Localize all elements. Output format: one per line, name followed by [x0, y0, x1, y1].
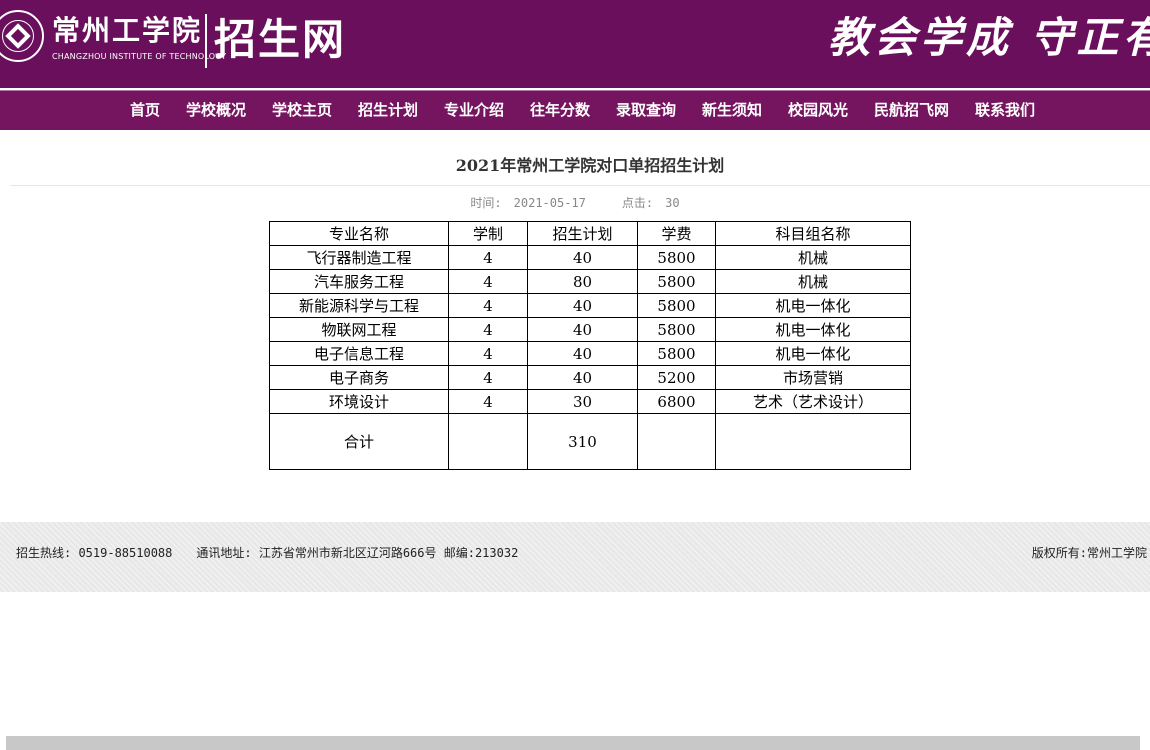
cell-subject-group: 机械: [715, 269, 911, 294]
total-label: 合计: [269, 413, 449, 470]
table-total-row: 合计 310: [269, 413, 911, 470]
school-name-cn[interactable]: 常州工学院: [52, 14, 202, 48]
total-duration: [448, 413, 528, 470]
table-row: 电子信息工程 4 40 5800 机电一体化: [269, 341, 911, 366]
cell-subject-group: 机械: [715, 245, 911, 270]
cell-major-name: 汽车服务工程: [269, 269, 449, 294]
total-plan-count: 310: [527, 413, 638, 470]
total-subject-group: [715, 413, 911, 470]
cell-plan-count: 40: [527, 341, 638, 366]
nav-item-campus-views[interactable]: 校园风光: [788, 91, 848, 131]
table-row: 飞行器制造工程 4 40 5800 机械: [269, 245, 911, 270]
nav-item-admission-query[interactable]: 录取查询: [616, 91, 676, 131]
cell-duration: 4: [448, 245, 528, 270]
header-subject-group: 科目组名称: [715, 221, 911, 246]
horizontal-scrollbar[interactable]: [6, 736, 1140, 750]
footer-contact: 招生热线: 0519-88510088 通讯地址: 江苏省常州市新北区辽河路666…: [16, 544, 542, 562]
nav-item-majors[interactable]: 专业介绍: [444, 91, 504, 131]
footer-copyright: 版权所有:常州工学院: [1031, 546, 1147, 560]
cell-plan-count: 40: [527, 365, 638, 390]
cell-plan-count: 40: [527, 245, 638, 270]
cell-tuition: 5800: [637, 245, 716, 270]
site-name[interactable]: 招生网: [214, 14, 346, 66]
cell-duration: 4: [448, 293, 528, 318]
title-divider: [10, 185, 1150, 186]
clicks-label: 点击:: [621, 196, 654, 210]
footer-address: 通讯地址: 江苏省常州市新北区辽河路666号 邮编:213032: [196, 546, 519, 560]
school-motto: 教会学成 守正有: [828, 13, 1150, 62]
table-header-row: 专业名称 学制 招生计划 学费 科目组名称: [269, 221, 911, 246]
enrollment-plan-table: 专业名称 学制 招生计划 学费 科目组名称 飞行器制造工程 4 40 5800 …: [269, 221, 911, 470]
cell-duration: 4: [448, 317, 528, 342]
table-row: 环境设计 4 30 6800 艺术（艺术设计）: [269, 389, 911, 414]
header-plan-count: 招生计划: [527, 221, 638, 246]
cell-major-name: 物联网工程: [269, 317, 449, 342]
nav-item-past-scores[interactable]: 往年分数: [530, 91, 590, 131]
cell-subject-group: 艺术（艺术设计）: [715, 389, 911, 414]
site-header: 常州工学院 CHANGZHOU INSTITUTE OF TECHNOLOGY …: [0, 0, 1150, 88]
site-footer: 招生热线: 0519-88510088 通讯地址: 江苏省常州市新北区辽河路666…: [0, 522, 1150, 592]
total-tuition: [637, 413, 716, 470]
nav-item-contact-us[interactable]: 联系我们: [975, 91, 1035, 131]
logo-divider: [205, 14, 207, 68]
cell-plan-count: 40: [527, 317, 638, 342]
cell-duration: 4: [448, 365, 528, 390]
cell-major-name: 环境设计: [269, 389, 449, 414]
cell-tuition: 5200: [637, 365, 716, 390]
cell-subject-group: 机电一体化: [715, 341, 911, 366]
header-major-name: 专业名称: [269, 221, 449, 246]
cell-subject-group: 机电一体化: [715, 293, 911, 318]
article-title: 2021年常州工学院对口单招招生计划: [455, 156, 725, 175]
cell-duration: 4: [448, 389, 528, 414]
time-value: 2021-05-17: [513, 196, 586, 210]
cell-major-name: 电子商务: [269, 365, 449, 390]
school-name-en: CHANGZHOU INSTITUTE OF TECHNOLOGY: [52, 52, 227, 61]
cell-duration: 4: [448, 269, 528, 294]
cell-plan-count: 30: [527, 389, 638, 414]
table-row: 物联网工程 4 40 5800 机电一体化: [269, 317, 911, 342]
school-seal-logo[interactable]: [0, 10, 44, 62]
article-meta: 时间: 2021-05-17 点击: 30: [0, 194, 1150, 212]
main-nav: 首页 学校概况 学校主页 招生计划 专业介绍 往年分数 录取查询 新生须知 校园…: [0, 90, 1150, 130]
cell-tuition: 5800: [637, 293, 716, 318]
nav-item-freshman-guide[interactable]: 新生须知: [702, 91, 762, 131]
cell-duration: 4: [448, 341, 528, 366]
table-row: 新能源科学与工程 4 40 5800 机电一体化: [269, 293, 911, 318]
table-row: 电子商务 4 40 5200 市场营销: [269, 365, 911, 390]
nav-item-school-homepage[interactable]: 学校主页: [272, 91, 332, 131]
nav-item-civil-aviation-pilot[interactable]: 民航招飞网: [874, 91, 949, 131]
cell-major-name: 电子信息工程: [269, 341, 449, 366]
header-tuition: 学费: [637, 221, 716, 246]
cell-plan-count: 80: [527, 269, 638, 294]
nav-item-school-overview[interactable]: 学校概况: [186, 91, 246, 131]
cell-plan-count: 40: [527, 293, 638, 318]
cell-tuition: 5800: [637, 317, 716, 342]
cell-major-name: 飞行器制造工程: [269, 245, 449, 270]
clicks-value: 30: [665, 196, 680, 210]
cell-major-name: 新能源科学与工程: [269, 293, 449, 318]
cell-tuition: 5800: [637, 269, 716, 294]
cell-subject-group: 机电一体化: [715, 317, 911, 342]
header-duration: 学制: [448, 221, 528, 246]
nav-item-home[interactable]: 首页: [130, 91, 160, 131]
cell-subject-group: 市场营销: [715, 365, 911, 390]
cell-tuition: 6800: [637, 389, 716, 414]
nav-item-enrollment-plan[interactable]: 招生计划: [358, 91, 418, 131]
footer-hotline: 招生热线: 0519-88510088: [16, 546, 173, 560]
cell-tuition: 5800: [637, 341, 716, 366]
table-row: 汽车服务工程 4 80 5800 机械: [269, 269, 911, 294]
time-label: 时间:: [470, 196, 502, 210]
